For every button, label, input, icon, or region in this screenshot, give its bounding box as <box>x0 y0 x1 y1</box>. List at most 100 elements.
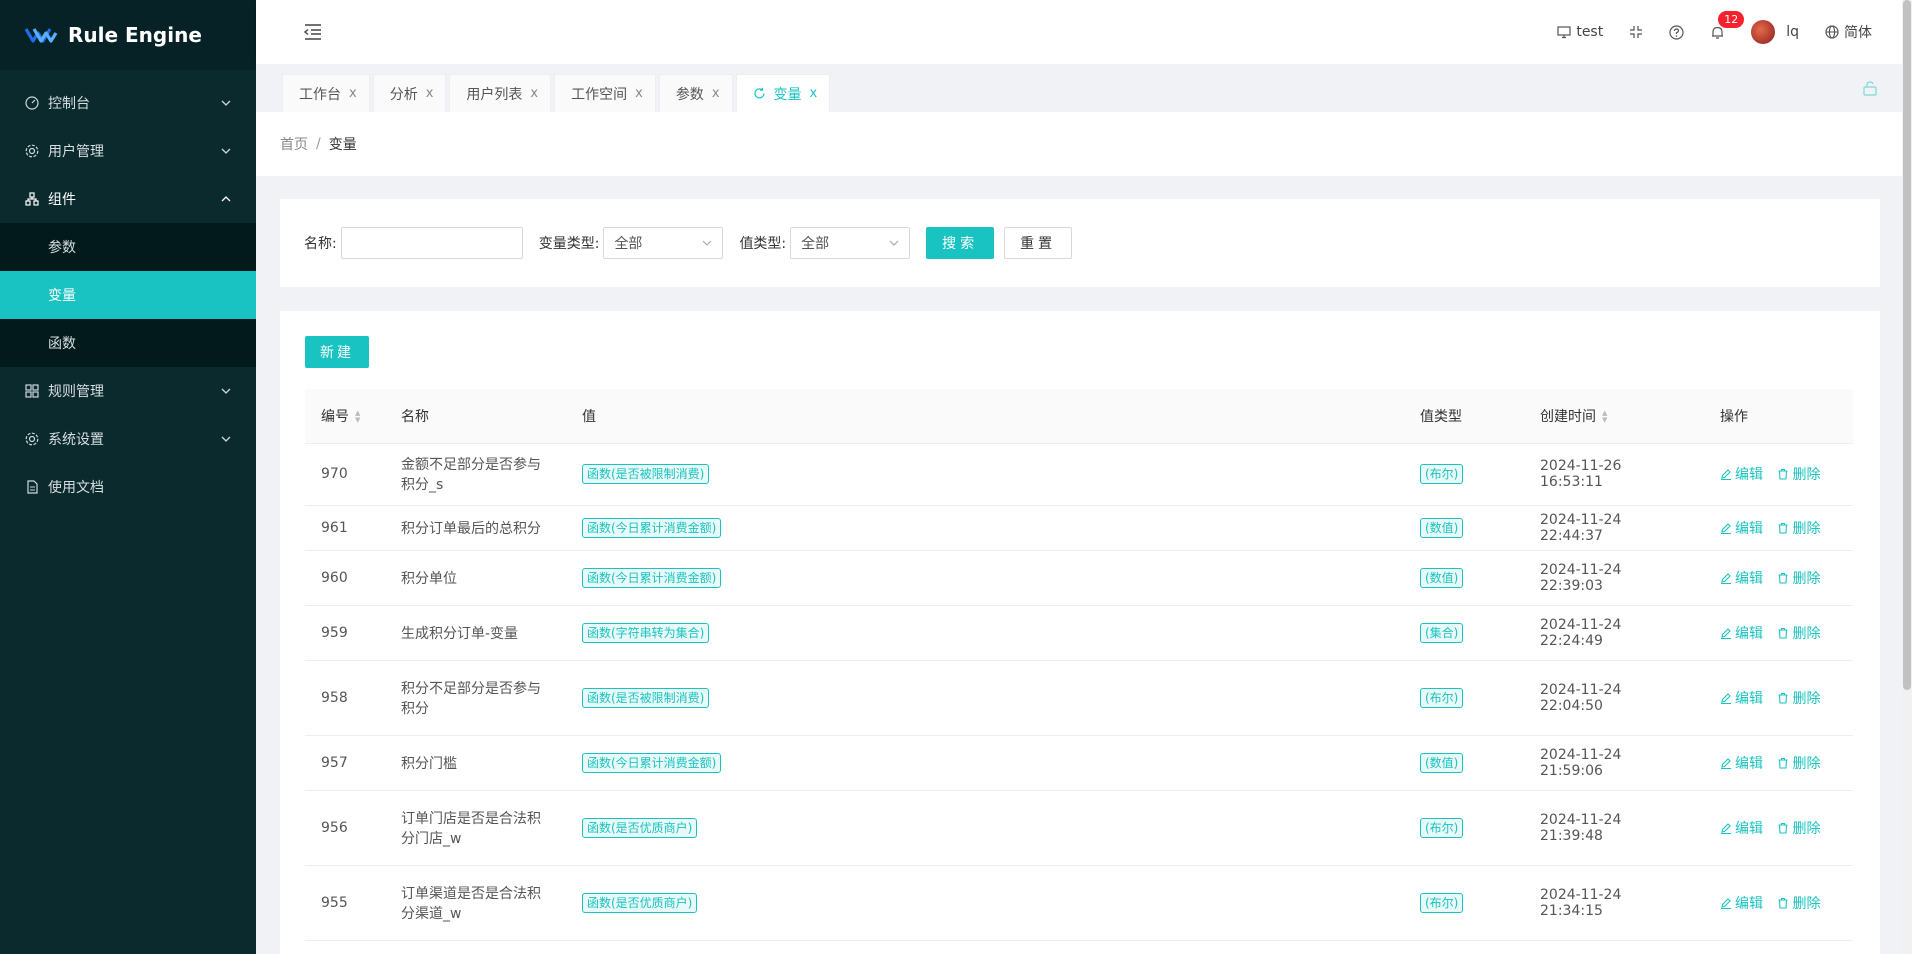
tab-label: 用户列表 <box>466 86 523 103</box>
sidebar-item-label: 使用文档 <box>48 480 104 496</box>
page-scrollbar[interactable] <box>1902 0 1912 954</box>
delete-button[interactable]: 删除 <box>1777 688 1820 708</box>
breadcrumb-home[interactable]: 首页 <box>280 134 308 154</box>
sort-icon[interactable]: ▲ ▼ <box>355 409 360 424</box>
cell-actions: 编辑 删除 <box>1704 790 1853 866</box>
close-icon[interactable]: x <box>635 86 643 101</box>
help-button[interactable] <box>1669 24 1684 40</box>
tab-workspace[interactable]: 工作空间 x <box>554 74 656 112</box>
reload-icon[interactable] <box>753 87 766 100</box>
var-type-value: 全部 <box>614 236 643 252</box>
value-type-tag: (布尔) <box>1420 464 1464 484</box>
menu-fold-icon[interactable] <box>302 21 324 43</box>
sidebar-item-parameters[interactable]: 参数 <box>0 223 256 271</box>
sidebar-item-docs[interactable]: 使用文档 <box>0 463 256 511</box>
fullscreen-button[interactable] <box>1629 25 1643 39</box>
delete-button[interactable]: 删除 <box>1777 464 1820 484</box>
sidebar-item-user-management[interactable]: 用户管理 <box>0 127 256 175</box>
close-icon[interactable]: x <box>530 86 538 101</box>
tab-analysis[interactable]: 分析 x <box>372 74 447 112</box>
tab-parameters[interactable]: 参数 x <box>658 74 733 112</box>
column-header-created[interactable]: 创建时间 ▲ ▼ <box>1524 389 1704 444</box>
notifications-button[interactable]: 12 <box>1710 10 1745 40</box>
breadcrumb-current: 变量 <box>328 137 357 153</box>
cell-value: 函数(今日累计消费金额) <box>566 550 1404 606</box>
close-icon[interactable]: x <box>712 86 720 101</box>
column-header-label: 编号 <box>321 408 349 425</box>
search-form: 名称: 变量类型: 全部 值类型: 全部 搜索 重置 <box>280 199 1880 287</box>
tab-workbench[interactable]: 工作台 x <box>282 74 370 112</box>
table-row: 970 金额不足部分是否参与积分_s 函数(是否被限制消费) (布尔) 2024… <box>305 443 1853 506</box>
close-icon[interactable]: x <box>810 86 818 101</box>
delete-button[interactable]: 删除 <box>1777 518 1820 538</box>
sidebar-item-components[interactable]: 组件 <box>0 175 256 223</box>
value-type-tag: (布尔) <box>1420 817 1464 838</box>
delete-button[interactable]: 删除 <box>1777 818 1820 838</box>
sidebar-item-dashboard[interactable]: 控制台 <box>0 79 256 127</box>
app-logo[interactable]: Rule Engine <box>0 0 256 70</box>
edit-button[interactable]: 编辑 <box>1720 518 1763 538</box>
edit-icon <box>1721 757 1731 769</box>
scrollbar-thumb[interactable] <box>1903 0 1911 690</box>
language-selector[interactable]: 简体 <box>1825 22 1872 42</box>
chevron-down-icon <box>889 240 899 246</box>
column-header-value: 值 <box>566 389 1404 444</box>
name-input[interactable] <box>340 227 523 259</box>
fullscreen-icon <box>1630 26 1643 38</box>
sidebar: Rule Engine 控制台 用户管理 组件 参数 变量 函数 规则管理 系统… <box>0 0 256 954</box>
edit-label: 编辑 <box>1735 570 1763 587</box>
question-circle-icon <box>1669 24 1684 40</box>
edit-button[interactable]: 编辑 <box>1720 818 1763 838</box>
tab-variables[interactable]: 变量 x <box>735 74 831 112</box>
var-type-select[interactable]: 全部 <box>603 227 724 259</box>
close-icon[interactable]: x <box>349 86 357 101</box>
delete-button[interactable]: 删除 <box>1777 753 1820 773</box>
delete-button[interactable]: 删除 <box>1777 893 1820 913</box>
unlock-icon[interactable] <box>1862 80 1878 96</box>
sort-icon[interactable]: ▲ ▼ <box>1602 409 1607 424</box>
table-row: 960 积分单位 函数(今日累计消费金额) (数值) 2024-11-24 22… <box>305 550 1853 606</box>
sidebar-item-functions[interactable]: 函数 <box>0 319 256 367</box>
edit-button[interactable]: 编辑 <box>1720 568 1763 588</box>
cell-actions: 编辑 删除 <box>1704 505 1853 551</box>
search-button[interactable]: 搜索 <box>926 227 995 259</box>
edit-icon <box>1721 522 1731 534</box>
delete-button[interactable]: 删除 <box>1777 568 1820 588</box>
trash-icon <box>1778 692 1788 704</box>
chevron-down-icon <box>220 433 232 445</box>
edit-button[interactable]: 编辑 <box>1720 753 1763 773</box>
trash-icon <box>1778 627 1788 639</box>
cell-value-type: (数值) <box>1404 735 1524 791</box>
tab-user-list[interactable]: 用户列表 x <box>449 74 552 112</box>
edit-button[interactable]: 编辑 <box>1720 623 1763 643</box>
environment-selector[interactable]: test <box>1557 24 1603 40</box>
chevron-down-icon <box>220 385 232 397</box>
table-row: 957 积分门槛 函数(今日累计消费金额) (数值) 2024-11-24 21… <box>305 735 1853 791</box>
cell-id: 959 <box>305 605 385 661</box>
edit-icon <box>1721 572 1731 584</box>
cell-value: 函数(字符串转为集合) <box>566 605 1404 661</box>
new-variable-button[interactable]: 新建 <box>305 336 369 368</box>
edit-button[interactable]: 编辑 <box>1720 688 1763 708</box>
delete-label: 删除 <box>1792 755 1821 772</box>
column-header-id[interactable]: 编号 ▲ ▼ <box>305 389 385 444</box>
reset-button[interactable]: 重置 <box>1004 227 1073 259</box>
value-type-tag: (布尔) <box>1420 892 1464 913</box>
sidebar-menu: 控制台 用户管理 组件 参数 变量 函数 规则管理 系统设置 使用文档 <box>0 79 256 511</box>
value-type-label: 值类型: <box>739 236 787 252</box>
cell-created: 2024-11-24 21:59:06 <box>1524 735 1704 791</box>
cell-name: 订单渠道是否是合法积分渠道_w <box>385 865 566 941</box>
sidebar-item-system-settings[interactable]: 系统设置 <box>0 415 256 463</box>
close-icon[interactable]: x <box>426 86 434 101</box>
chevron-up-icon <box>220 193 232 205</box>
edit-button[interactable]: 编辑 <box>1720 464 1763 484</box>
value-type-select[interactable]: 全部 <box>790 227 911 259</box>
cell-name: 金额不足部分是否参与积分_s <box>385 443 566 506</box>
user-menu[interactable]: lq <box>1751 20 1799 44</box>
sidebar-item-rule-management[interactable]: 规则管理 <box>0 367 256 415</box>
delete-button[interactable]: 删除 <box>1777 623 1820 643</box>
sidebar-item-variables[interactable]: 变量 <box>0 271 256 319</box>
edit-label: 编辑 <box>1735 625 1763 642</box>
edit-button[interactable]: 编辑 <box>1720 893 1763 913</box>
cell-value-type: (布尔) <box>1404 443 1524 506</box>
